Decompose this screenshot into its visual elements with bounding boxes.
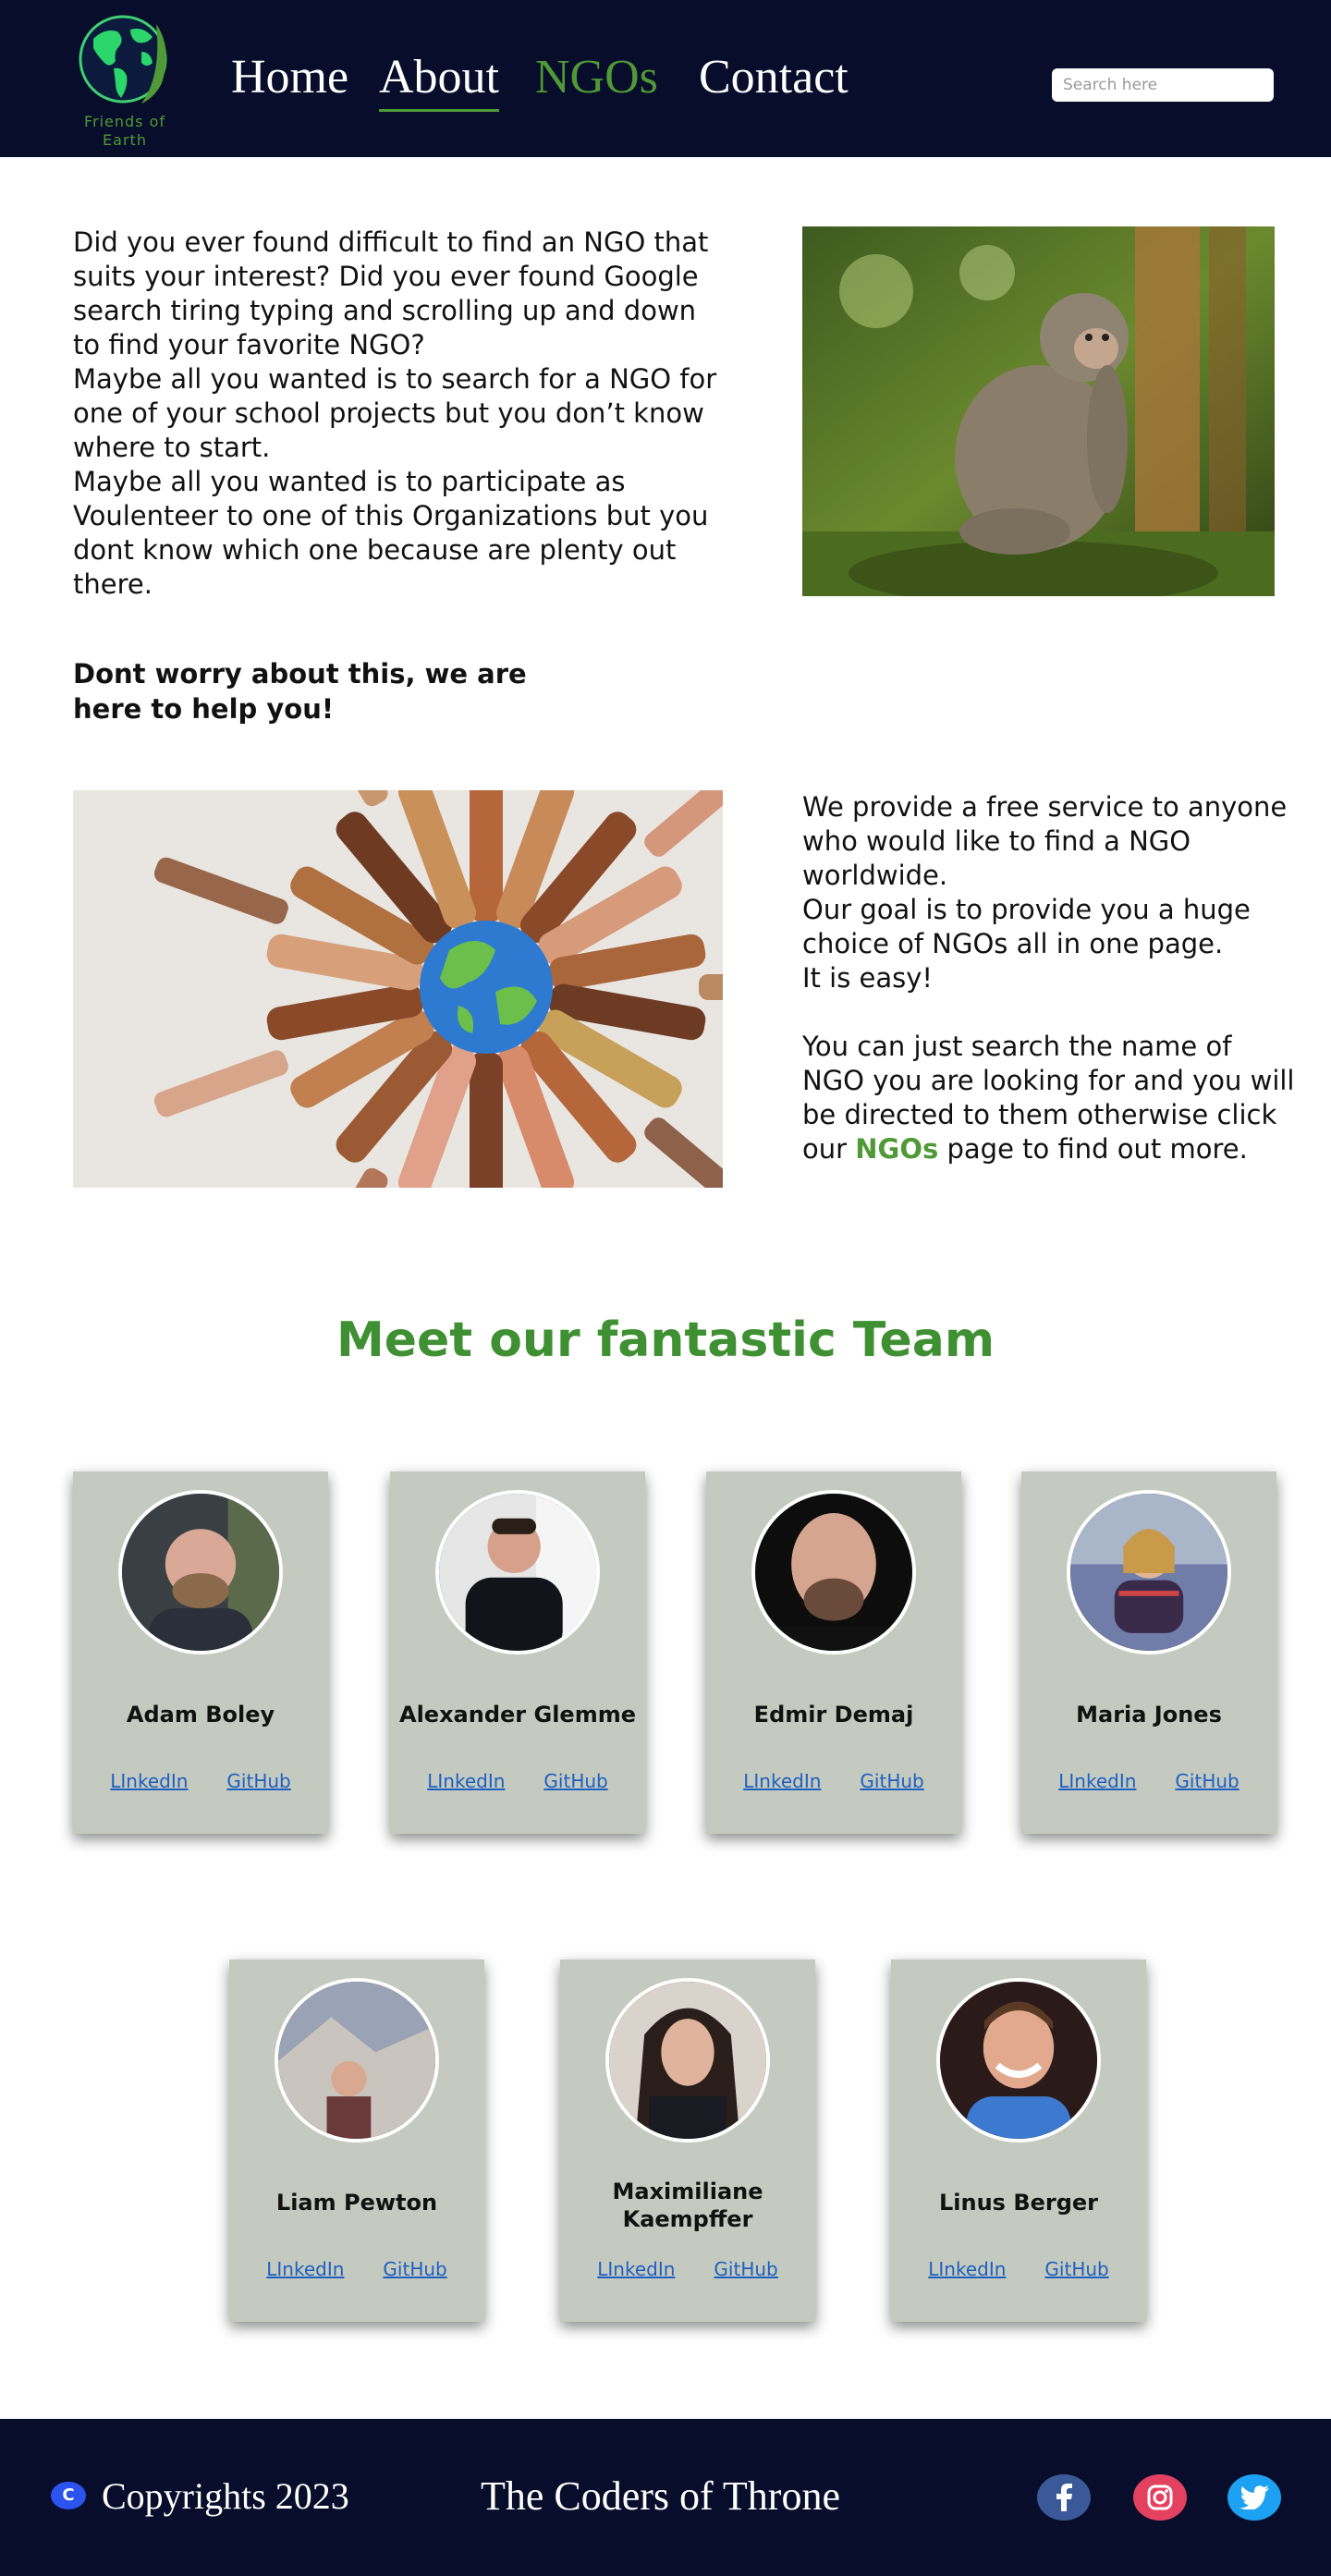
team-card: Alexander Glemme LInkedIn GitHub: [390, 1471, 645, 1834]
search-input[interactable]: [1052, 68, 1274, 102]
nav-ngos[interactable]: NGOs: [535, 54, 658, 102]
github-link[interactable]: GitHub: [714, 2258, 777, 2280]
footer-brand: The Coders of Throne: [481, 2473, 840, 2519]
service-paragraph: Our goal is to provide you a huge choice…: [802, 894, 1251, 959]
member-name: Linus Berger: [938, 2190, 1099, 2216]
site-header: Friends of Earth Home About NGOs Contact: [0, 0, 1331, 157]
member-links: LInkedIn GitHub: [1021, 1770, 1276, 1792]
member-links: LInkedIn GitHub: [560, 2258, 815, 2280]
service-paragraph: It is easy!: [802, 962, 934, 994]
member-name: Adam Boley: [126, 1702, 275, 1728]
avatar: [275, 1978, 439, 2143]
linkedin-link[interactable]: LInkedIn: [1058, 1770, 1136, 1792]
avatar: [1067, 1490, 1231, 1654]
linkedin-link[interactable]: LInkedIn: [427, 1770, 505, 1792]
globe-icon: [79, 15, 167, 104]
member-name: Maria Jones: [1076, 1702, 1222, 1728]
instagram-icon[interactable]: [1133, 2474, 1187, 2521]
linkedin-link[interactable]: LInkedIn: [110, 1770, 188, 1792]
team-title: Meet our fantastic Team: [336, 1312, 995, 1368]
intro-paragraph: Maybe all you wanted is to participate a…: [73, 466, 709, 600]
team-card: Maximiliane Kaempffer LInkedIn GitHub: [560, 1959, 815, 2322]
nav-home[interactable]: Home: [231, 54, 348, 102]
avatar: [435, 1490, 600, 1654]
team-card: Edmir Demaj LInkedIn GitHub: [706, 1471, 961, 1834]
github-link[interactable]: GitHub: [1044, 2258, 1108, 2280]
github-link[interactable]: GitHub: [226, 1770, 290, 1792]
service-search-paragraph: You can just search the name of NGO you …: [802, 1030, 1301, 1166]
logo-text: Friends of Earth: [83, 113, 166, 149]
member-links: LInkedIn GitHub: [390, 1770, 645, 1792]
github-link[interactable]: GitHub: [1175, 1770, 1239, 1792]
linkedin-link[interactable]: LInkedIn: [597, 2258, 675, 2280]
ngos-page-link[interactable]: NGOs: [855, 1133, 938, 1165]
nav-about[interactable]: About: [379, 54, 499, 112]
team-card: Maria Jones LInkedIn GitHub: [1021, 1471, 1276, 1834]
team-card: Adam Boley LInkedIn GitHub: [73, 1471, 328, 1834]
github-link[interactable]: GitHub: [543, 1770, 607, 1792]
member-links: LInkedIn GitHub: [229, 2258, 484, 2280]
github-link[interactable]: GitHub: [383, 2258, 446, 2280]
intro-text: Did you ever found difficult to find an …: [73, 226, 720, 602]
member-name: Liam Pewton: [275, 2190, 438, 2216]
avatar: [751, 1490, 916, 1654]
nav-contact[interactable]: Contact: [699, 54, 849, 102]
intro-bold-text: Dont worry about this, we are here to he…: [73, 658, 527, 725]
facebook-icon[interactable]: [1037, 2474, 1091, 2521]
linkedin-link[interactable]: LInkedIn: [743, 1770, 821, 1792]
hands-globe-image: [73, 790, 723, 1188]
twitter-icon[interactable]: [1227, 2474, 1281, 2521]
friends-of-earth-logo[interactable]: Friends of Earth: [74, 11, 176, 150]
member-name: Alexander Glemme: [399, 1702, 636, 1728]
member-links: LInkedIn GitHub: [73, 1770, 328, 1792]
service-text: We provide a free service to anyone who …: [802, 790, 1301, 1166]
member-name: Edmir Demaj: [753, 1702, 914, 1728]
avatar: [118, 1490, 283, 1654]
avatar: [936, 1978, 1101, 2143]
intro-paragraph: Maybe all you wanted is to search for a …: [73, 363, 717, 463]
service-paragraph: We provide a free service to anyone who …: [802, 791, 1288, 891]
copyright-icon: C: [51, 2482, 86, 2509]
avatar: [605, 1978, 770, 2143]
member-name: Maximiliane Kaempffer: [612, 2179, 763, 2232]
intro-paragraph: Did you ever found difficult to find an …: [73, 226, 709, 360]
github-link[interactable]: GitHub: [860, 1770, 923, 1792]
monkey-image: [802, 226, 1275, 596]
member-links: LInkedIn GitHub: [706, 1770, 961, 1792]
linkedin-link[interactable]: LInkedIn: [266, 2258, 344, 2280]
team-card: Linus Berger LInkedIn GitHub: [891, 1959, 1146, 2322]
member-links: LInkedIn GitHub: [891, 2258, 1146, 2280]
linkedin-link[interactable]: LInkedIn: [928, 2258, 1006, 2280]
service-search-text-end: page to find out more.: [946, 1133, 1248, 1165]
site-footer: C Copyrights 2023 The Coders of Throne: [0, 2419, 1331, 2576]
copyright-text: Copyrights 2023: [102, 2475, 349, 2517]
team-card: Liam Pewton LInkedIn GitHub: [229, 1959, 484, 2322]
